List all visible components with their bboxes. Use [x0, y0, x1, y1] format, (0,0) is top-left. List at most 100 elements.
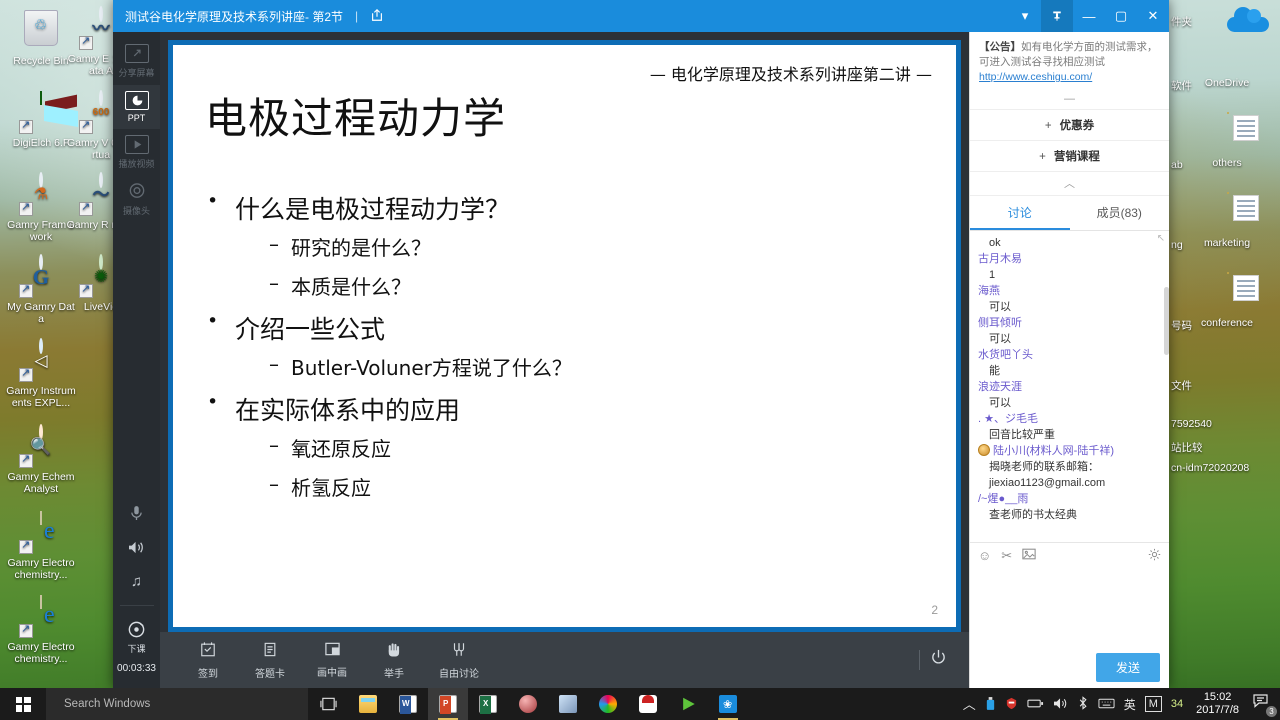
composer-toolbar: ☺ ✂	[970, 542, 1169, 568]
onenote-icon[interactable]	[548, 688, 588, 720]
announcement-notice: 【公告】如有电化学方面的测试需求，可进入测试谷寻找相应测试http://www.…	[970, 32, 1169, 91]
message-scrollbar[interactable]	[1164, 231, 1169, 542]
window-title: 测试谷电化学原理及技术系列讲座- 第2节	[125, 9, 344, 24]
pin-icon[interactable]	[1041, 0, 1073, 32]
speaker-icon[interactable]	[128, 533, 145, 566]
message-sender[interactable]: 浪迹天涯	[978, 379, 1167, 395]
emoji-icon[interactable]: ☺	[978, 548, 991, 563]
power-icon[interactable]	[930, 649, 947, 671]
taskbar-clock[interactable]: 15:02 2017/7/8	[1192, 691, 1243, 717]
message-input[interactable]	[970, 568, 1169, 646]
slide-bullet: – 研究的是什么？	[269, 232, 926, 261]
battery-icon[interactable]	[1027, 698, 1044, 711]
rail-item-share-screen[interactable]: 分享屏幕	[113, 38, 160, 85]
rail-item-end-class[interactable]: 下课	[113, 614, 160, 661]
announcement-link[interactable]: http://www.ceshigu.com/	[979, 71, 1092, 83]
minimize-button[interactable]: —	[1073, 0, 1105, 32]
excel-icon[interactable]: X	[468, 688, 508, 720]
desktop-icon-conference[interactable]: conference	[1192, 272, 1262, 329]
notice-collapse-toggle[interactable]: —	[970, 91, 1169, 109]
desktop-icon-onedrive[interactable]: OneDrive	[1192, 7, 1269, 89]
antivirus-icon[interactable]	[1005, 697, 1018, 712]
desktop-icon-gamry-electrochem-2[interactable]: e Gamry Electrochemistry...	[6, 595, 76, 665]
volume-icon[interactable]	[1053, 697, 1068, 712]
scrollbar-thumb[interactable]	[1164, 286, 1169, 356]
bluetooth-icon[interactable]	[1077, 696, 1089, 712]
toolbar-item-picture-in-picture[interactable]: 画中画	[306, 641, 358, 679]
message-sender[interactable]: 古月木易	[978, 251, 1167, 267]
windows-start-icon[interactable]	[0, 688, 46, 720]
toolbar-item-checkin[interactable]: 签到	[182, 641, 234, 680]
usb-device-icon[interactable]	[985, 696, 996, 713]
message-sender-with-avatar[interactable]: 陆小川(材料人网-陆千祥)	[978, 443, 1167, 459]
ime-chinese-icon[interactable]: 英	[1124, 696, 1136, 713]
scissors-icon[interactable]: ✂	[1001, 548, 1012, 564]
santa-app-icon[interactable]	[628, 688, 668, 720]
message-list[interactable]: ↖ ok 古月木易 1 海燕 可以 侧耳倾听 可以 水货吧丫头 能 浪迹天涯 可…	[970, 231, 1169, 542]
bullet-text: 研究的是什么？	[291, 236, 431, 260]
desktop-icon-gamry-explorer[interactable]: ◁ Gamry Instruments EXPL...	[6, 338, 76, 409]
toolbar-item-raise-hand[interactable]: 举手	[368, 641, 420, 680]
keyboard-icon[interactable]	[1098, 698, 1115, 711]
message-sender[interactable]: 水货吧丫头	[978, 347, 1167, 363]
toolbar-item-label: 签到	[198, 668, 218, 680]
music-note-icon[interactable]: ♫	[131, 566, 142, 597]
desktop-icon-gamry-echem-analyst[interactable]: 🔍 Gamry Echem Analyst	[6, 424, 76, 495]
task-view-icon[interactable]	[308, 688, 348, 720]
desktop-icon-gamry-electrochem-1[interactable]: e Gamry Electrochemistry...	[6, 511, 76, 581]
accordion-coupon[interactable]: + 优惠券	[970, 109, 1169, 140]
message-text: 查老师的书太经典	[989, 509, 1077, 521]
tab-members[interactable]: 成员(83)	[1070, 196, 1170, 230]
gear-icon[interactable]	[1148, 548, 1161, 564]
toolbar-item-answer-card[interactable]: 答题卡	[244, 641, 296, 680]
close-button[interactable]: ✕	[1137, 0, 1169, 32]
window-titlebar: 测试谷电化学原理及技术系列讲座- 第2节 | ▾ — ▢ ✕	[113, 0, 1169, 32]
media-player-icon[interactable]	[668, 688, 708, 720]
message-sender[interactable]: . ★、ジ毛毛	[978, 411, 1167, 427]
desktop-icon-marketing[interactable]: marketing	[1192, 192, 1262, 249]
show-hidden-icons-chevron[interactable]: ︿	[963, 698, 976, 711]
search-input[interactable]: Search Windows	[46, 688, 308, 720]
send-row: 发送	[970, 646, 1169, 688]
tab-discussion[interactable]: 讨论	[970, 196, 1070, 230]
accordion-marketing-course[interactable]: + 营销课程	[970, 140, 1169, 171]
share-icon[interactable]	[370, 8, 384, 25]
toolbar-item-label: 画中画	[317, 668, 347, 679]
class-timer: 00:03:33	[117, 663, 156, 674]
access-icon[interactable]	[508, 688, 548, 720]
desktop-clipped-label: 软件	[1171, 80, 1192, 92]
slide-bullet: – 析氢反应	[269, 472, 926, 501]
rail-item-play-video[interactable]: 播放视频	[113, 129, 160, 176]
slide-canvas[interactable]: — 电化学原理及技术系列讲座第二讲 — 电极过程动力学 • 什么是电极过程动力学…	[173, 45, 956, 627]
dropdown-icon[interactable]: ▾	[1009, 0, 1041, 32]
classin-icon[interactable]: ❀	[708, 688, 748, 720]
notification-badge: 3	[1266, 706, 1277, 717]
file-explorer-icon[interactable]	[348, 688, 388, 720]
desktop-icon-label: others	[1212, 157, 1242, 169]
message-sender[interactable]: 侧耳倾听	[978, 315, 1167, 331]
desktop-icon-others[interactable]: others	[1192, 112, 1262, 169]
toolbar-item-free-discussion[interactable]: 自由讨论	[430, 641, 488, 680]
panel-collapse-caret[interactable]: ︿	[970, 171, 1169, 195]
image-icon[interactable]	[1022, 548, 1036, 563]
message-sender[interactable]: /~煋●__雨	[978, 491, 1167, 507]
message-text: 能	[989, 365, 1000, 377]
play-video-icon	[124, 135, 149, 154]
network-speed-icon[interactable]: 34	[1171, 698, 1183, 710]
maximize-button[interactable]: ▢	[1105, 0, 1137, 32]
action-center-icon[interactable]: 3	[1252, 693, 1277, 717]
microphone-icon[interactable]	[130, 498, 143, 533]
desktop-clipped-label: cn-idm72020208	[1171, 462, 1250, 474]
slide-bullet: – 本质是什么？	[269, 271, 926, 300]
folder-icon	[1205, 272, 1259, 314]
ime-mode-icon[interactable]: M	[1144, 696, 1162, 712]
rail-item-camera[interactable]: 摄像头	[113, 176, 160, 223]
send-button[interactable]: 发送	[1095, 652, 1160, 682]
word-icon[interactable]: W	[388, 688, 428, 720]
paint-icon[interactable]	[588, 688, 628, 720]
powerpoint-icon[interactable]: P	[428, 688, 468, 720]
rail-item-ppt[interactable]: PPT	[113, 85, 160, 129]
plus-icon: +	[1044, 120, 1052, 132]
titlebar-separator: |	[355, 9, 359, 23]
message-sender[interactable]: 海燕	[978, 283, 1167, 299]
